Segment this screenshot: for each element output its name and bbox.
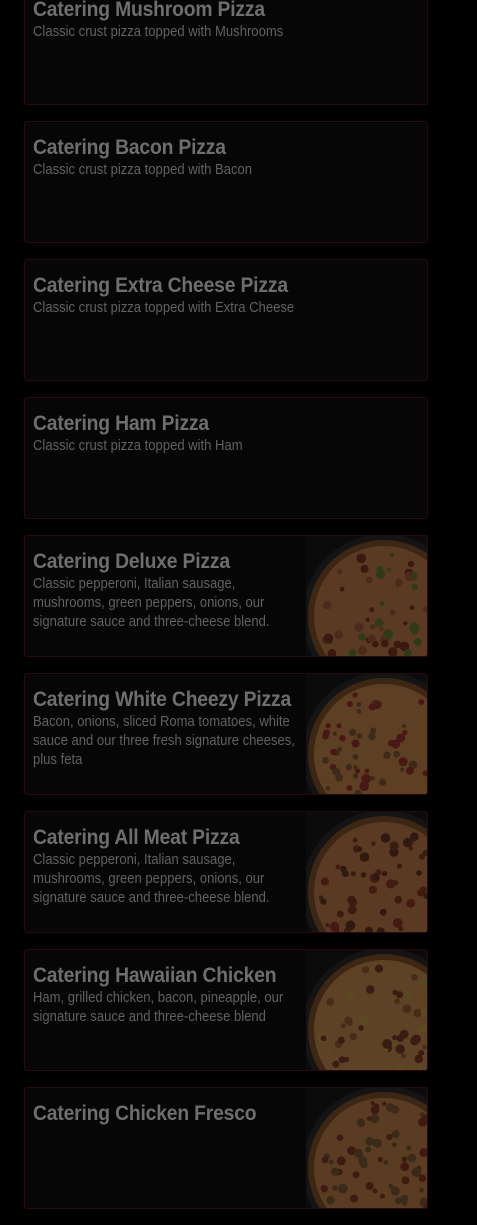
menu-item-text: Catering Deluxe Pizza Classic pepperoni, … (33, 550, 303, 632)
menu-item-description: Classic crust pizza topped with Mushroom… (33, 24, 284, 40)
menu-item-description: Classic pepperoni, Italian sausage, mush… (33, 852, 270, 906)
all-meat-pizza-image (306, 812, 427, 932)
menu-item-card[interactable]: Catering Hawaiian Chicken Ham, grilled ch… (24, 949, 428, 1071)
menu-item-description: Ham, grilled chicken, bacon, pineapple, … (33, 990, 284, 1025)
menu-item-card[interactable]: Catering Chicken Fresco (24, 1087, 428, 1209)
menu-item-card[interactable]: Catering Extra Cheese Pizza Classic crust… (24, 259, 428, 381)
menu-item-title: Catering Ham Pizza (33, 412, 209, 435)
menu-item-description: Classic crust pizza topped with Extra Ch… (33, 300, 295, 316)
white-cheezy-pizza-image (306, 674, 427, 794)
menu-item-description: Classic crust pizza topped with Bacon (33, 162, 253, 178)
deluxe-pizza-image (306, 536, 427, 656)
menu-item-title: Catering Hawaiian Chicken (33, 964, 277, 987)
menu-item-text: Catering White Cheezy Pizza Bacon, onions… (33, 688, 303, 770)
menu-item-description: Bacon, onions, sliced Roma tomatoes, whi… (33, 714, 295, 768)
menu-item-card[interactable]: Catering Ham Pizza Classic crust pizza to… (24, 397, 428, 519)
menu-item-description: Classic crust pizza topped with Ham (33, 438, 243, 454)
menu-item-card[interactable]: Catering Bacon Pizza Classic crust pizza … (24, 121, 428, 243)
menu-item-title: Catering Bacon Pizza (33, 136, 226, 159)
menu-item-text: Catering Hawaiian Chicken Ham, grilled ch… (33, 964, 303, 1027)
menu-item-text: Catering Mushroom Pizza Classic crust piz… (33, 0, 301, 42)
menu-item-list: Catering Mushroom Pizza Classic crust piz… (0, 0, 477, 1225)
menu-item-title: Catering All Meat Pizza (33, 826, 240, 849)
menu-item-title: Catering White Cheezy Pizza (33, 688, 292, 711)
chicken-fresco-pizza-image (306, 1088, 427, 1208)
menu-item-text: Catering All Meat Pizza Classic pepperoni… (33, 826, 303, 908)
menu-item-card[interactable]: Catering Deluxe Pizza Classic pepperoni, … (24, 535, 428, 657)
menu-item-title: Catering Chicken Fresco (33, 1102, 257, 1125)
menu-item-card[interactable]: Catering Mushroom Pizza Classic crust piz… (24, 0, 428, 105)
menu-item-text: Catering Ham Pizza Classic crust pizza to… (33, 412, 301, 456)
menu-item-card[interactable]: Catering All Meat Pizza Classic pepperoni… (24, 811, 428, 933)
menu-item-title: Catering Mushroom Pizza (33, 0, 265, 21)
menu-item-text: Catering Chicken Fresco (33, 1102, 303, 1127)
menu-item-title: Catering Deluxe Pizza (33, 550, 230, 573)
hawaiian-chicken-pizza-image (306, 950, 427, 1070)
menu-item-card[interactable]: Catering White Cheezy Pizza Bacon, onions… (24, 673, 428, 795)
menu-item-text: Catering Bacon Pizza Classic crust pizza … (33, 136, 301, 180)
menu-item-text: Catering Extra Cheese Pizza Classic crust… (33, 274, 301, 318)
menu-item-title: Catering Extra Cheese Pizza (33, 274, 288, 297)
menu-item-description: Classic pepperoni, Italian sausage, mush… (33, 576, 270, 630)
